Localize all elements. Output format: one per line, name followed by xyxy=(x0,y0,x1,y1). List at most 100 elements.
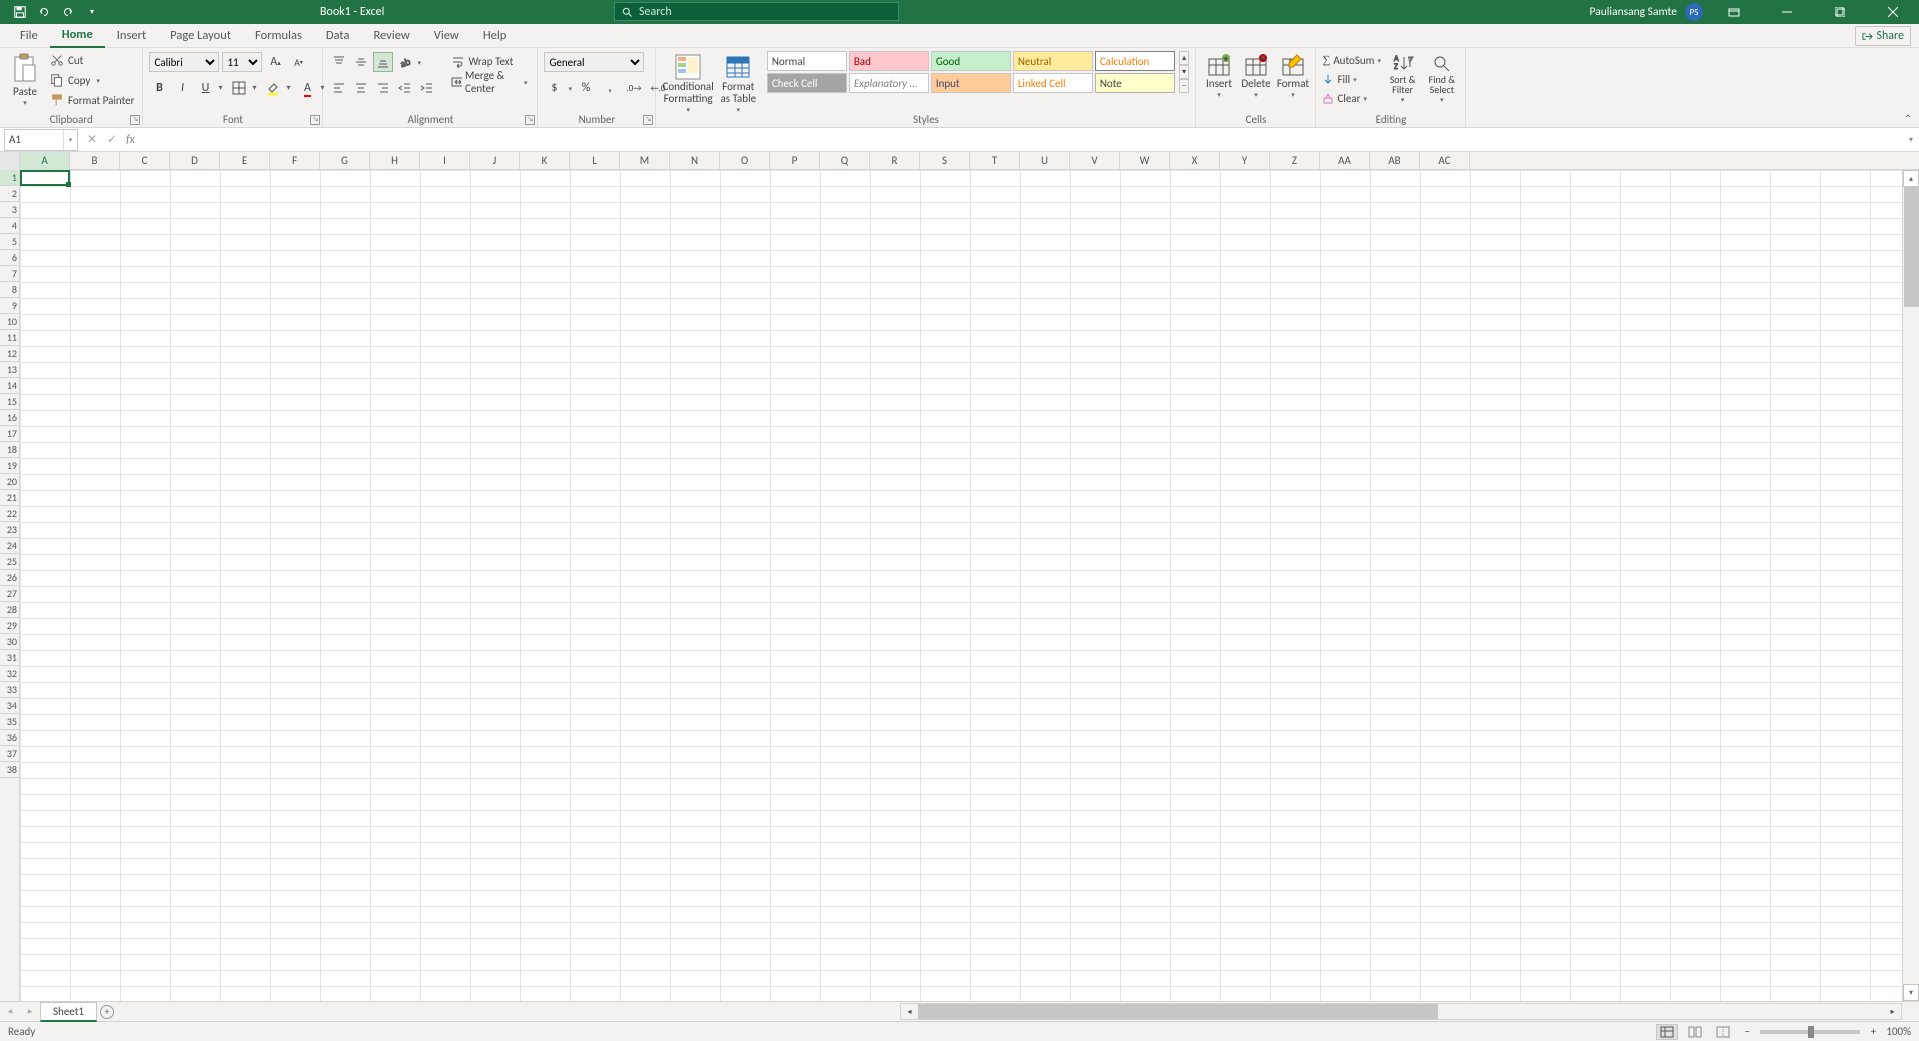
row-header[interactable]: 30 xyxy=(0,634,19,650)
gallery-more-icon[interactable]: ⎯ xyxy=(1179,79,1190,93)
scroll-down-icon[interactable]: ▾ xyxy=(1903,984,1919,1001)
cut-button[interactable]: Cut xyxy=(48,51,136,69)
column-header[interactable]: N xyxy=(670,152,720,170)
tab-help[interactable]: Help xyxy=(471,24,518,47)
column-header[interactable]: K xyxy=(520,152,570,170)
increase-font-icon[interactable]: A▴ xyxy=(265,52,285,72)
gallery-down-icon[interactable]: ▾ xyxy=(1179,65,1190,79)
row-header[interactable]: 9 xyxy=(0,298,19,314)
cells-area[interactable]: ▴ ▾ xyxy=(20,170,1919,1001)
delete-cells-button[interactable]: × Delete▾ xyxy=(1239,51,1272,99)
zoom-out-icon[interactable]: − xyxy=(1740,1025,1754,1038)
zoom-level[interactable]: 100% xyxy=(1886,1025,1911,1038)
vertical-scrollbar[interactable]: ▴ ▾ xyxy=(1902,170,1919,1001)
column-header[interactable]: C xyxy=(120,152,170,170)
number-format-select[interactable]: General xyxy=(544,52,644,72)
column-header[interactable]: H xyxy=(370,152,420,170)
tab-review[interactable]: Review xyxy=(361,24,421,47)
format-as-table-button[interactable]: Format as Table▾ xyxy=(718,51,759,114)
bold-button[interactable]: B xyxy=(149,78,169,98)
row-header[interactable]: 5 xyxy=(0,234,19,250)
formula-input[interactable] xyxy=(139,130,1903,150)
row-header[interactable]: 25 xyxy=(0,554,19,570)
user-name[interactable]: Pauliansang Samte xyxy=(1590,5,1677,19)
cancel-formula-icon[interactable]: ✕ xyxy=(84,132,100,147)
row-header[interactable]: 22 xyxy=(0,506,19,522)
font-size-select[interactable]: 11 xyxy=(222,52,262,72)
sheet-nav-prev-icon[interactable]: ◂ xyxy=(0,1002,20,1022)
comma-format-icon[interactable]: , xyxy=(600,78,620,98)
zoom-slider[interactable] xyxy=(1760,1030,1860,1034)
minimize-icon[interactable] xyxy=(1764,0,1809,24)
decrease-font-icon[interactable]: A▾ xyxy=(288,52,308,72)
row-header[interactable]: 26 xyxy=(0,570,19,586)
column-header[interactable]: E xyxy=(220,152,270,170)
column-header[interactable]: V xyxy=(1070,152,1120,170)
column-header[interactable]: Y xyxy=(1220,152,1270,170)
tab-formulas[interactable]: Formulas xyxy=(243,24,314,47)
maximize-icon[interactable] xyxy=(1817,0,1862,24)
row-header[interactable]: 6 xyxy=(0,250,19,266)
row-header[interactable]: 32 xyxy=(0,666,19,682)
tab-home[interactable]: Home xyxy=(50,23,105,48)
clear-button[interactable]: Clear▾ xyxy=(1322,89,1381,107)
align-bottom-icon[interactable] xyxy=(373,52,393,72)
tab-file[interactable]: File xyxy=(8,24,50,47)
row-header[interactable]: 4 xyxy=(0,218,19,234)
autosum-button[interactable]: ∑AutoSum▾ xyxy=(1322,51,1381,69)
row-header[interactable]: 8 xyxy=(0,282,19,298)
column-header[interactable]: F xyxy=(270,152,320,170)
row-header[interactable]: 31 xyxy=(0,650,19,666)
row-header[interactable]: 21 xyxy=(0,490,19,506)
column-header[interactable]: U xyxy=(1020,152,1070,170)
row-header[interactable]: 36 xyxy=(0,730,19,746)
decrease-indent-icon[interactable] xyxy=(395,78,415,98)
page-break-view-icon[interactable] xyxy=(1712,1024,1734,1040)
row-header[interactable]: 12 xyxy=(0,346,19,362)
zoom-in-icon[interactable]: + xyxy=(1866,1025,1880,1038)
style-input[interactable]: Input xyxy=(931,73,1011,93)
name-box-dropdown-icon[interactable]: ▾ xyxy=(63,130,77,150)
row-header[interactable]: 38 xyxy=(0,762,19,778)
hscroll-thumb[interactable] xyxy=(918,1004,1438,1019)
close-icon[interactable] xyxy=(1870,0,1915,24)
align-top-icon[interactable] xyxy=(329,52,349,72)
row-header[interactable]: 10 xyxy=(0,314,19,330)
name-box[interactable]: A1 ▾ xyxy=(4,129,78,151)
normal-view-icon[interactable] xyxy=(1656,1024,1678,1040)
row-header[interactable]: 27 xyxy=(0,586,19,602)
search-box[interactable]: Search xyxy=(614,2,899,21)
column-header[interactable]: A xyxy=(20,152,70,170)
column-header[interactable]: O xyxy=(720,152,770,170)
clipboard-dialog-icon[interactable] xyxy=(130,115,140,125)
row-header[interactable]: 28 xyxy=(0,602,19,618)
tab-page-layout[interactable]: Page Layout xyxy=(158,24,243,47)
user-avatar[interactable]: PS xyxy=(1685,3,1703,21)
align-left-icon[interactable] xyxy=(329,78,349,98)
column-header[interactable]: S xyxy=(920,152,970,170)
italic-button[interactable]: I xyxy=(172,78,192,98)
style-good[interactable]: Good xyxy=(931,51,1011,71)
paste-button[interactable]: Paste ▾ xyxy=(6,51,44,107)
find-select-button[interactable]: Find & Select▾ xyxy=(1424,51,1459,104)
column-header[interactable]: Q xyxy=(820,152,870,170)
row-header[interactable]: 20 xyxy=(0,474,19,490)
column-header[interactable]: X xyxy=(1170,152,1220,170)
scroll-up-icon[interactable]: ▴ xyxy=(1903,170,1919,187)
style-calculation[interactable]: Calculation xyxy=(1095,51,1175,71)
column-header[interactable]: M xyxy=(620,152,670,170)
row-header[interactable]: 15 xyxy=(0,394,19,410)
row-header[interactable]: 35 xyxy=(0,714,19,730)
row-header[interactable]: 1 xyxy=(0,170,19,186)
sheet-tab-sheet1[interactable]: Sheet1 xyxy=(40,1002,97,1022)
alignment-dialog-icon[interactable] xyxy=(525,115,535,125)
fill-color-icon[interactable] xyxy=(263,78,283,98)
row-header[interactable]: 16 xyxy=(0,410,19,426)
page-layout-view-icon[interactable] xyxy=(1684,1024,1706,1040)
merge-center-button[interactable]: Merge & Center▾ xyxy=(447,72,531,92)
tab-view[interactable]: View xyxy=(422,24,471,47)
collapse-ribbon-icon[interactable]: ⌃ xyxy=(1901,111,1915,125)
row-header[interactable]: 23 xyxy=(0,522,19,538)
style-linked-cell[interactable]: Linked Cell xyxy=(1013,73,1093,93)
increase-indent-icon[interactable] xyxy=(417,78,437,98)
